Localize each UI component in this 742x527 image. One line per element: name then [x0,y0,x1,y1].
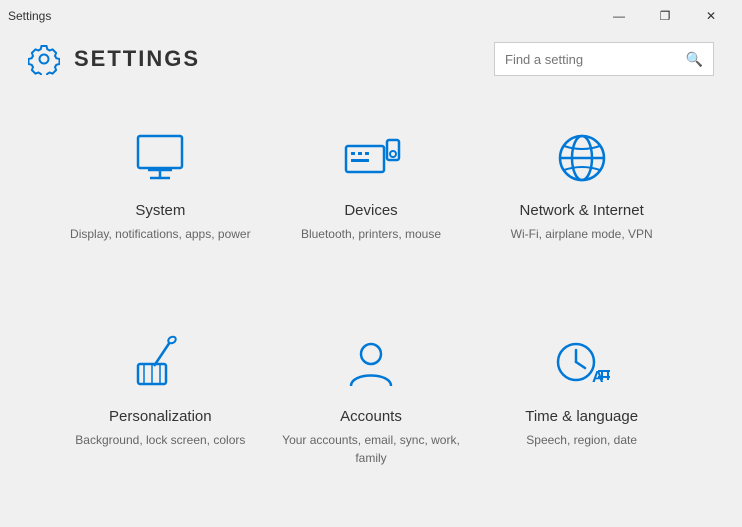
header-title: SETTINGS [74,46,200,72]
accounts-tile-desc: Your accounts, email, sync, work, family [281,431,462,467]
personalization-icon [128,332,192,396]
settings-window: Settings — ❐ ✕ SETTINGS 🔍 [0,0,742,527]
system-tile-title: System [135,202,185,219]
header: SETTINGS 🔍 [0,32,742,86]
search-box[interactable]: 🔍 [494,42,714,76]
time-tile-desc: Speech, region, date [526,431,637,449]
title-bar-controls: — ❐ ✕ [596,0,734,32]
devices-icon [339,126,403,190]
title-bar: Settings — ❐ ✕ [0,0,742,32]
settings-grid: System Display, notifications, apps, pow… [0,86,742,527]
search-input[interactable] [505,52,686,67]
time-icon: A [550,332,614,396]
minimize-button[interactable]: — [596,0,642,32]
accounts-icon [339,332,403,396]
settings-gear-icon [28,43,60,75]
close-button[interactable]: ✕ [688,0,734,32]
network-tile-desc: Wi-Fi, airplane mode, VPN [511,225,653,243]
network-tile-title: Network & Internet [520,202,644,219]
maximize-button[interactable]: ❐ [642,0,688,32]
tile-devices[interactable]: Devices Bluetooth, printers, mouse [271,106,472,263]
system-icon [128,126,192,190]
title-bar-label: Settings [8,9,51,23]
tile-network[interactable]: Network & Internet Wi-Fi, airplane mode,… [481,106,682,263]
personalization-tile-desc: Background, lock screen, colors [75,431,245,449]
system-tile-desc: Display, notifications, apps, power [70,225,251,243]
title-bar-left: Settings [8,9,51,23]
header-left: SETTINGS [28,43,200,75]
search-icon: 🔍 [686,51,703,68]
accounts-tile-title: Accounts [340,408,402,425]
network-icon [550,126,614,190]
tile-personalization[interactable]: Personalization Background, lock screen,… [60,312,261,469]
tile-system[interactable]: System Display, notifications, apps, pow… [60,106,261,263]
tile-time[interactable]: A Time & language Speech, region, date [481,312,682,469]
time-tile-title: Time & language [525,408,638,425]
personalization-tile-title: Personalization [109,408,212,425]
devices-tile-desc: Bluetooth, printers, mouse [301,225,441,243]
tile-accounts[interactable]: Accounts Your accounts, email, sync, wor… [271,312,472,487]
devices-tile-title: Devices [344,202,397,219]
